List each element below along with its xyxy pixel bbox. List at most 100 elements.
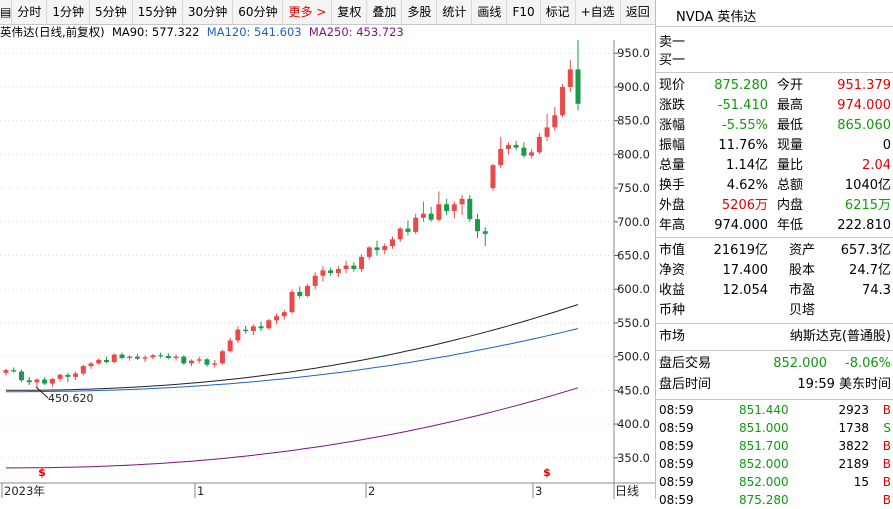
toolbar-button-1[interactable]: 1分钟 <box>47 0 90 24</box>
candle-body[interactable] <box>498 148 504 166</box>
candle-body[interactable] <box>289 291 295 313</box>
candle-body[interactable] <box>444 204 450 211</box>
tick-side: S <box>883 421 891 435</box>
candle-body[interactable] <box>227 340 233 352</box>
candle-body[interactable] <box>343 265 349 269</box>
toolbar-button-12[interactable]: F10 <box>507 0 541 24</box>
candle-body[interactable] <box>297 291 303 296</box>
candle-body[interactable] <box>57 374 63 379</box>
candle-body[interactable] <box>575 69 581 104</box>
candle-body[interactable] <box>351 265 357 269</box>
candle-body[interactable] <box>397 228 403 240</box>
candle-body[interactable] <box>18 371 24 381</box>
quote-value: 951.379 <box>837 78 891 93</box>
candle-body[interactable] <box>173 356 179 358</box>
candle-body[interactable] <box>250 326 256 332</box>
toolbar-button-4[interactable]: 30分钟 <box>183 0 234 24</box>
candle-body[interactable] <box>196 359 202 361</box>
candle-body[interactable] <box>34 379 40 383</box>
candle-body[interactable] <box>127 356 133 358</box>
candle-body[interactable] <box>560 86 566 116</box>
toolbar-button-13[interactable]: 标记 <box>541 0 576 24</box>
candle-body[interactable] <box>80 366 86 374</box>
candle-body[interactable] <box>482 231 488 234</box>
toolbar-button-9[interactable]: 多股 <box>402 0 438 24</box>
toolbar-button-7[interactable]: 复权 <box>332 0 368 24</box>
candle-body[interactable] <box>436 204 442 220</box>
candle-body[interactable] <box>382 246 388 251</box>
candle-body[interactable] <box>529 152 535 156</box>
candle-body[interactable] <box>274 316 280 321</box>
period-label[interactable]: 日线 <box>615 484 639 498</box>
candle-body[interactable] <box>73 373 79 377</box>
toolbar-button-2[interactable]: 5分钟 <box>90 0 133 24</box>
candle-body[interactable] <box>134 356 140 359</box>
candle-body[interactable] <box>243 329 249 332</box>
candle-body[interactable] <box>219 351 225 364</box>
fundamental-value: 74.3 <box>862 283 891 298</box>
candle-body[interactable] <box>428 213 434 220</box>
candle-body[interactable] <box>413 217 419 232</box>
candle-body[interactable] <box>142 357 148 359</box>
candle-body[interactable] <box>11 370 17 372</box>
candle-body[interactable] <box>567 69 573 87</box>
candle-body[interactable] <box>328 270 334 274</box>
candle-body[interactable] <box>212 363 218 365</box>
candle-body[interactable] <box>490 165 496 189</box>
candle-body[interactable] <box>96 360 102 364</box>
candle-body[interactable] <box>266 320 272 329</box>
candle-body[interactable] <box>544 127 550 137</box>
candle-body[interactable] <box>312 275 318 286</box>
candle-body[interactable] <box>119 354 125 358</box>
toolbar-button-0[interactable]: 分时 <box>12 0 48 24</box>
candle-body[interactable] <box>513 144 519 148</box>
event-marker-icon[interactable]: $ <box>38 466 46 479</box>
candle-body[interactable] <box>3 370 9 373</box>
candle-body[interactable] <box>103 360 109 363</box>
candlestick-chart[interactable]: 950.0 900.0 850.0 800.0 750.0 700.0 650.0 600.0… <box>0 40 655 499</box>
candle-body[interactable] <box>65 374 71 377</box>
candle-body[interactable] <box>165 355 171 358</box>
candle-body[interactable] <box>366 247 372 257</box>
toolbar-button-10[interactable]: 统计 <box>437 0 473 24</box>
candle-body[interactable] <box>467 198 473 220</box>
toolbar-button-11[interactable]: 画线 <box>472 0 508 24</box>
toolbar-button-5[interactable]: 60分钟 <box>233 0 284 24</box>
candle-body[interactable] <box>49 378 55 384</box>
candle-body[interactable] <box>451 204 457 211</box>
candle-body[interactable] <box>42 379 48 384</box>
candle-body[interactable] <box>204 359 210 365</box>
candle-body[interactable] <box>389 239 395 247</box>
candle-body[interactable] <box>258 326 264 329</box>
candle-body[interactable] <box>359 256 365 269</box>
window-menu-icon[interactable]: ▤ <box>0 0 13 24</box>
candle-body[interactable] <box>320 270 326 276</box>
candle-body[interactable] <box>521 147 527 156</box>
candle-body[interactable] <box>420 213 426 218</box>
candle-body[interactable] <box>335 268 341 274</box>
candle-body[interactable] <box>374 247 380 251</box>
candle-body[interactable] <box>111 354 117 363</box>
candle-body[interactable] <box>304 285 310 296</box>
candle-body[interactable] <box>281 312 287 317</box>
candle-body[interactable] <box>405 228 411 232</box>
quote-label: 年低 <box>777 218 804 233</box>
candle-body[interactable] <box>26 380 32 383</box>
toolbar-button-3[interactable]: 15分钟 <box>133 0 183 24</box>
candle-body[interactable] <box>189 360 195 364</box>
candle-body[interactable] <box>181 356 187 364</box>
toolbar-button-15[interactable]: 返回 <box>621 0 656 24</box>
candle-body[interactable] <box>88 363 94 367</box>
candle-body[interactable] <box>552 115 558 128</box>
candle-body[interactable] <box>505 144 511 149</box>
candle-body[interactable] <box>536 136 542 153</box>
event-marker-icon[interactable]: $ <box>543 466 551 479</box>
candle-body[interactable] <box>475 219 481 232</box>
toolbar-button-14[interactable]: +自选 <box>576 0 621 24</box>
candle-body[interactable] <box>150 355 156 358</box>
candle-body[interactable] <box>158 355 164 357</box>
toolbar-button-8[interactable]: 叠加 <box>367 0 403 24</box>
candle-body[interactable] <box>235 329 241 341</box>
toolbar-button-6[interactable]: 更多 > <box>283 0 333 24</box>
candle-body[interactable] <box>459 198 465 205</box>
